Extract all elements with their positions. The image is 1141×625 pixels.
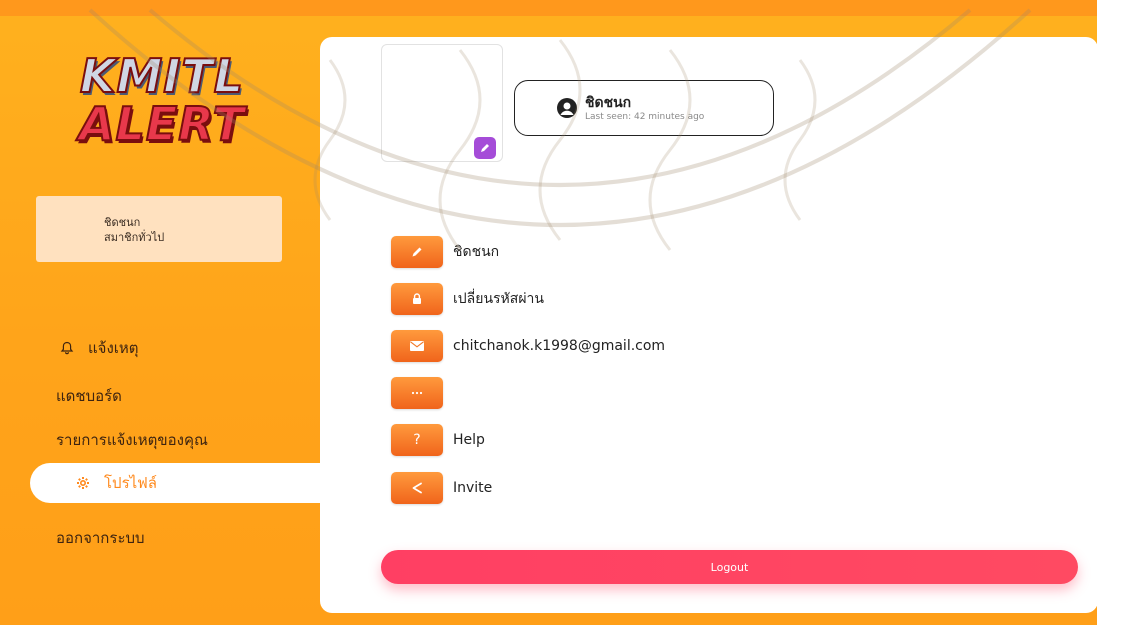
row-more[interactable] [391, 377, 453, 409]
row-label: ชิดชนก [453, 244, 500, 260]
mail-icon[interactable] [391, 330, 443, 362]
logo-line-2: ALERT [78, 97, 246, 151]
right-margin [1097, 0, 1141, 625]
nav-label: แดชบอร์ด [56, 387, 122, 405]
row-email[interactable]: chitchanok.k1998@gmail.com [391, 330, 665, 362]
row-edit-name[interactable]: ชิดชนก [391, 236, 499, 268]
user-role: สมาชิกทั่วไป [104, 231, 165, 244]
bell-icon [58, 339, 76, 357]
profile-summary: ชิดชนก Last seen: 42 minutes ago [514, 80, 774, 136]
user-card: ชิดชนก สมาชิกทั่วไป [36, 196, 282, 262]
pencil-icon [481, 144, 489, 152]
row-label: chitchanok.k1998@gmail.com [453, 338, 666, 354]
nav-label: โปรไฟล์ [104, 474, 157, 492]
row-change-password[interactable]: เปลี่ยนรหัสผ่าน [391, 283, 544, 315]
nav-item-my-reports[interactable]: รายการแจ้งเหตุของคุณ [0, 420, 320, 460]
row-label: Help [453, 432, 485, 448]
nav-item-report[interactable]: แจ้งเหตุ [0, 328, 320, 368]
pencil-icon[interactable] [391, 236, 443, 268]
nav-item-profile[interactable]: โปรไฟล์ [30, 463, 320, 503]
edit-avatar-button[interactable] [474, 137, 496, 159]
app-logo: KMITL ALERT [72, 49, 252, 164]
gear-icon [74, 474, 92, 492]
nav-label: แจ้งเหตุ [88, 339, 139, 357]
logout-button[interactable]: Logout [381, 550, 1078, 584]
more-icon[interactable] [391, 377, 443, 409]
nav-item-dashboard[interactable]: แดชบอร์ด [0, 376, 320, 416]
lock-icon[interactable] [391, 283, 443, 315]
share-icon[interactable] [391, 472, 443, 504]
top-band [0, 0, 1098, 16]
row-invite[interactable]: Invite [391, 472, 492, 504]
nav-label: รายการแจ้งเหตุของคุณ [56, 431, 208, 449]
nav-item-logout[interactable]: ออกจากระบบ [0, 518, 320, 558]
question-icon[interactable]: ? [391, 424, 443, 456]
row-help[interactable]: ? Help [391, 424, 485, 456]
person-icon [557, 98, 577, 118]
logo-line-1: KMITL [79, 49, 245, 103]
last-seen: Last seen: 42 minutes ago [585, 112, 705, 122]
row-label: Invite [453, 480, 493, 496]
profile-name: ชิดชนก [585, 95, 632, 111]
nav-label: ออกจากระบบ [56, 529, 145, 547]
row-label: เปลี่ยนรหัสผ่าน [453, 291, 544, 307]
